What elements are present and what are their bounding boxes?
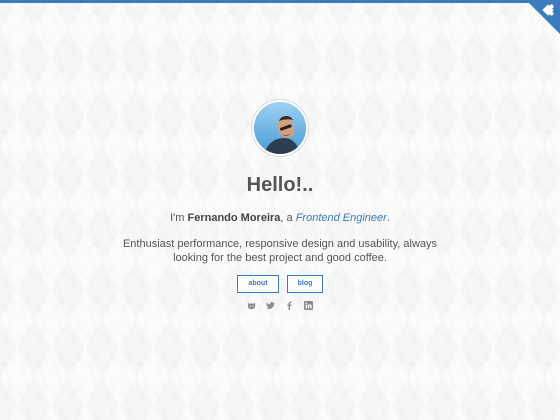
fork-ribbon-corner[interactable] bbox=[526, 0, 560, 34]
puzzle-icon bbox=[526, 0, 560, 34]
role-link[interactable]: Frontend Engineer bbox=[296, 212, 387, 224]
blog-button[interactable]: blog bbox=[287, 275, 323, 293]
twitter-icon bbox=[266, 302, 275, 309]
linkedin-link[interactable] bbox=[304, 301, 313, 310]
github-icon bbox=[247, 302, 256, 310]
github-link[interactable] bbox=[247, 301, 256, 310]
author-name: Fernando Moreira bbox=[187, 212, 281, 224]
profile-card: Hello!.. I'm Fernando Moreira, a Fronten… bbox=[0, 100, 560, 310]
intro-middle: , a bbox=[280, 212, 296, 224]
intro-line: I'm Fernando Moreira, a Frontend Enginee… bbox=[0, 211, 560, 225]
page-title: Hello!.. bbox=[246, 174, 314, 196]
intro-suffix: . bbox=[386, 212, 390, 224]
nav-buttons: about blog bbox=[0, 275, 560, 293]
intro-prefix: I'm bbox=[170, 212, 188, 224]
twitter-link[interactable] bbox=[266, 301, 275, 310]
bio-text: Enthusiast performance, responsive desig… bbox=[122, 238, 438, 264]
avatar bbox=[252, 100, 308, 156]
about-button[interactable]: about bbox=[237, 275, 279, 293]
social-links bbox=[0, 301, 560, 310]
facebook-icon bbox=[287, 301, 292, 310]
linkedin-icon bbox=[304, 301, 313, 310]
top-accent-bar bbox=[0, 0, 560, 3]
facebook-link[interactable] bbox=[285, 301, 294, 310]
